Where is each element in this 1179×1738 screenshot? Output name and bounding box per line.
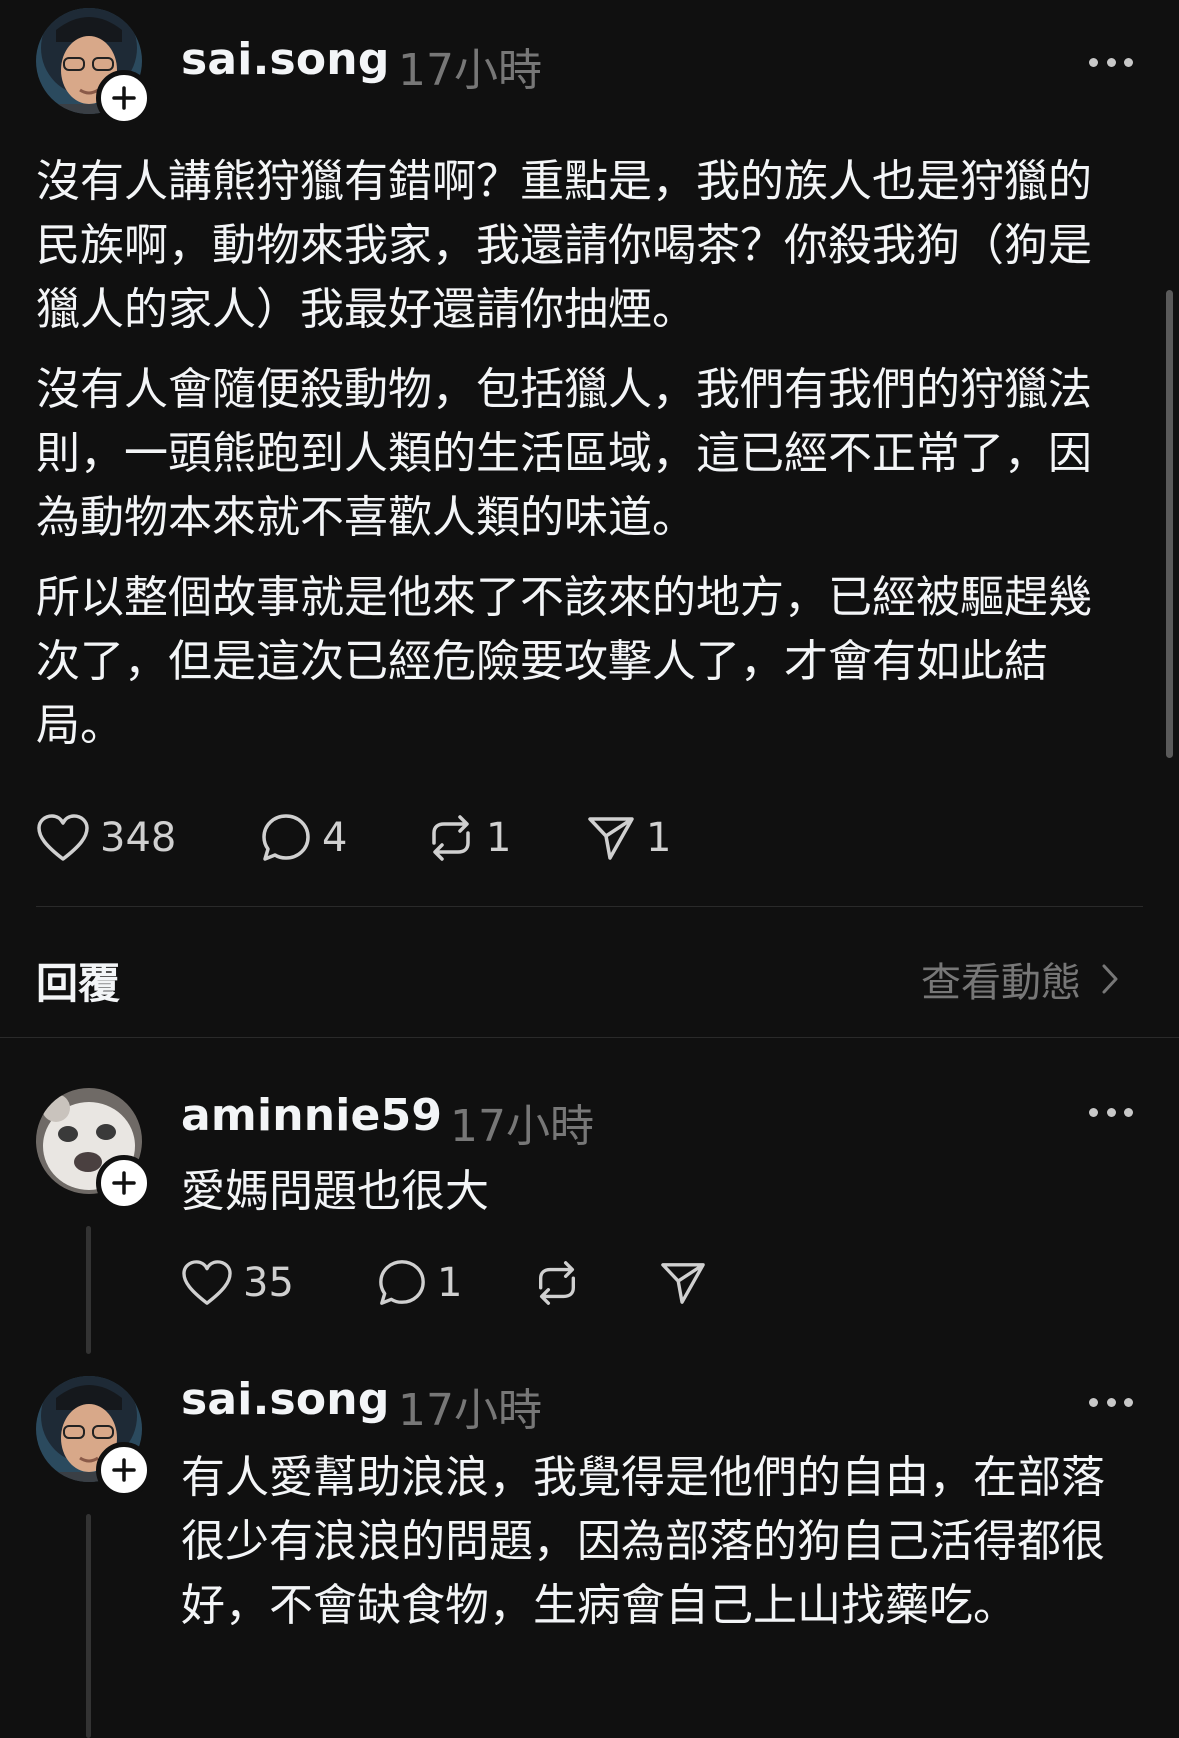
reply-actions: 35 1 [181, 1258, 707, 1308]
repost-icon [539, 1261, 575, 1305]
plus-icon [112, 1458, 136, 1482]
comment-button[interactable]: 4 [260, 812, 426, 864]
heart-icon [182, 1260, 232, 1305]
reply-username[interactable]: sai.song [181, 1374, 390, 1425]
post-body: 沒有人講熊狩獵有錯啊？重點是，我的族人也是狩獵的民族啊，動物來我家，我還請你喝茶… [36, 150, 1122, 758]
post-paragraph: 沒有人會隨便殺動物，包括獵人，我們有我們的狩獵法則，一頭熊跑到人類的生活區域，這… [36, 364, 1092, 543]
chevron-right-icon [1102, 964, 1118, 994]
post-paragraph: 沒有人講熊狩獵有錯啊？重點是，我的族人也是狩獵的民族啊，動物來我家，我還請你喝茶… [36, 156, 1092, 335]
share-button[interactable] [659, 1260, 707, 1306]
comment-icon [379, 1260, 425, 1305]
heart-icon [37, 814, 89, 861]
reply-time: 17小時 [398, 1385, 542, 1436]
more-icon[interactable] [1089, 52, 1133, 72]
like-button[interactable]: 35 [181, 1259, 377, 1307]
reply-text: 有人愛幫助浪浪，我覺得是他們的自由，在部落很少有浪浪的問題，因為部落的狗自己活得… [181, 1452, 1105, 1631]
repost-icon [432, 815, 470, 861]
more-icon[interactable] [1089, 1102, 1133, 1122]
reply-username[interactable]: aminnie59 [181, 1090, 442, 1141]
comment-count: 4 [322, 815, 348, 861]
reply-text: 愛媽問題也很大 [181, 1166, 489, 1217]
follow-button[interactable] [96, 70, 152, 126]
thread-line [86, 1514, 91, 1738]
repost-button[interactable]: 1 [426, 813, 586, 863]
follow-button[interactable] [96, 1442, 152, 1498]
post-time: 17小時 [398, 45, 542, 96]
comment-count: 1 [437, 1260, 463, 1306]
share-icon [588, 817, 634, 860]
replies-label: 回覆 [36, 959, 121, 1008]
comment-button[interactable]: 1 [377, 1258, 533, 1308]
post-actions: 348 4 1 1 [36, 812, 671, 864]
more-icon[interactable] [1089, 1392, 1133, 1412]
scrollbar[interactable] [1166, 290, 1173, 758]
share-icon [661, 1263, 705, 1304]
divider [0, 1037, 1179, 1038]
view-activity-label: 查看動態 [921, 960, 1081, 1006]
share-button[interactable]: 1 [586, 814, 671, 862]
post-username[interactable]: sai.song [181, 34, 390, 85]
like-count: 35 [243, 1260, 294, 1306]
view-activity-link[interactable]: 查看動態 [921, 950, 1119, 1008]
post-paragraph: 所以整個故事就是他來了不該來的地方，已經被驅趕幾次了，但是這次已經危險要攻擊人了… [36, 572, 1092, 751]
repost-count: 1 [486, 815, 512, 861]
follow-button[interactable] [96, 1155, 152, 1211]
repost-button[interactable] [533, 1259, 659, 1307]
reply-time: 17小時 [450, 1101, 594, 1152]
like-button[interactable]: 348 [36, 813, 260, 863]
plus-icon [112, 1171, 136, 1195]
comment-icon [262, 814, 310, 861]
share-count: 1 [646, 815, 672, 861]
like-count: 348 [100, 815, 177, 861]
thread-line [86, 1226, 91, 1354]
plus-icon [112, 86, 136, 110]
divider [36, 906, 1143, 907]
